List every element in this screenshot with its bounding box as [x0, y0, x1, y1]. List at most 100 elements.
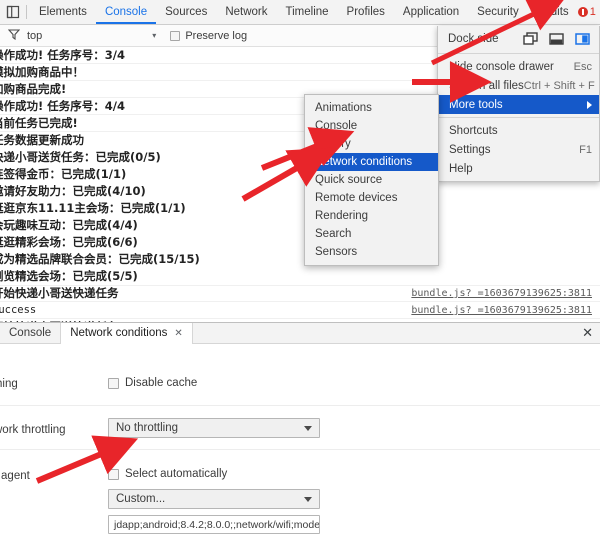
dock-side-options [523, 32, 593, 46]
console-message: 模拟加购商品中！ [0, 64, 84, 81]
menu-item-label: Search all files [449, 80, 524, 92]
console-message: 当前任务已完成! [0, 115, 78, 132]
menu-item-shortcut: Ctrl + Shift + F [524, 80, 595, 92]
menu-item-more-tools[interactable]: More tools [438, 95, 599, 114]
dock-side-row: Dock side [438, 28, 599, 50]
error-count: 1 [590, 6, 596, 18]
network-conditions-panel: hing Disable cache work throttling No th… [0, 344, 600, 524]
disable-cache-checkbox[interactable]: Disable cache [108, 377, 197, 389]
drawer-close-icon[interactable]: ✕ [582, 326, 593, 340]
drawer-tab-console[interactable]: Console [0, 323, 60, 343]
menu-divider [438, 117, 599, 118]
menu-item-label: More tools [449, 99, 503, 111]
preserve-log-checkbox[interactable]: Preserve log [170, 30, 247, 42]
console-message: 加购商品完成! [0, 81, 66, 98]
menu-item-shortcut: F1 [579, 144, 592, 156]
execution-context-selector[interactable]: top [27, 30, 42, 42]
console-message: 成为精选品牌联合会员：已完成(15/15) [0, 251, 200, 268]
drawer-tab-label: Network conditions [70, 327, 167, 339]
network-throttling-label: work throttling [0, 424, 66, 436]
select-automatically-checkbox[interactable]: Select automatically [108, 468, 227, 480]
console-row: 成为精选品牌联合会员：已完成(15/15) [0, 251, 600, 268]
network-throttling-select[interactable]: No throttling [108, 418, 320, 438]
disable-cache-label: Disable cache [125, 377, 197, 389]
tab-audits[interactable]: Audits [528, 0, 578, 24]
menu-item-help[interactable]: Help [438, 159, 599, 178]
console-message: 逛逛京东11.11主会场：已完成(1/1) [0, 200, 186, 217]
menu-item-label: Settings [449, 144, 491, 156]
tab-console[interactable]: Console [96, 0, 156, 24]
drawer-tab-close-icon[interactable]: ✕ [174, 328, 182, 339]
panel-tabs: Elements Console Sources Network Timelin… [30, 0, 578, 25]
console-message: 任务数据更新成功 [0, 132, 84, 149]
user-agent-preset-value: Custom... [116, 493, 165, 505]
section-divider [0, 405, 600, 406]
select-automatically-box[interactable] [108, 469, 119, 480]
console-row: 开始快递小哥送快递任务 bundle.js? =1603679139625:38… [0, 285, 600, 302]
console-row: success bundle.js? =1603679139625:3811 [0, 302, 600, 319]
section-divider [0, 449, 600, 450]
toolbar-divider [26, 5, 27, 19]
chevron-right-icon [587, 101, 592, 109]
submenu-item-search[interactable]: Search [305, 225, 438, 243]
submenu-item-network-conditions[interactable]: Network conditions [305, 153, 438, 171]
tab-security[interactable]: Security [468, 0, 528, 24]
devtools-drawer: Console Network conditions ✕ ✕ hing Disab… [0, 322, 600, 523]
tab-elements[interactable]: Elements [30, 0, 96, 24]
chevron-down-icon[interactable]: ▾ [152, 31, 156, 40]
chevron-down-icon [304, 497, 312, 502]
console-message: 操作成功! 任务序号：4/4 [0, 98, 125, 115]
user-agent-preset-select[interactable]: Custom... [108, 489, 320, 509]
submenu-item-console[interactable]: Console [305, 117, 438, 135]
menu-item-label: Shortcuts [449, 125, 498, 137]
console-message: 开始快递小哥送快递任务 [0, 285, 119, 302]
console-source-link[interactable]: bundle.js? =1603679139625:3811 [411, 285, 592, 302]
submenu-item-quick-source[interactable]: Quick source [305, 171, 438, 189]
tab-sources[interactable]: Sources [156, 0, 216, 24]
menu-divider [438, 53, 599, 54]
submenu-item-history[interactable]: History [305, 135, 438, 153]
dock-to-bottom-icon[interactable] [549, 32, 564, 46]
preserve-log-box[interactable] [170, 31, 180, 41]
error-icon [578, 7, 588, 17]
dock-to-right-icon[interactable] [575, 32, 590, 46]
select-automatically-label: Select automatically [125, 468, 227, 480]
inspect-element-icon[interactable] [0, 0, 26, 24]
error-count-badge[interactable]: 1 1 [578, 6, 600, 18]
network-throttling-value: No throttling [116, 422, 178, 434]
dock-side-label: Dock side [448, 33, 499, 45]
submenu-item-rendering[interactable]: Rendering [305, 207, 438, 225]
console-message: 快递小哥送货任务：已完成(0/5) [0, 149, 161, 166]
undock-into-separate-window-icon[interactable] [523, 32, 538, 46]
console-row: 邀请好友助力：已完成(4/10) [0, 183, 600, 200]
console-message: 操作成功! 任务序号：3/4 [0, 47, 125, 64]
submenu-item-sensors[interactable]: Sensors [305, 243, 438, 261]
user-agent-custom-input[interactable]: jdapp;android;8.4.2;8.0.0;;network/wifi;… [108, 515, 320, 534]
console-row: 浏览精选会场：已完成(5/5) [0, 268, 600, 285]
menu-item-hide-console-drawer[interactable]: Hide console drawer Esc [438, 57, 599, 76]
console-message: 连签得金币：已完成(1/1) [0, 166, 126, 183]
menu-item-shortcuts[interactable]: Shortcuts [438, 121, 599, 140]
menu-item-settings[interactable]: Settings F1 [438, 140, 599, 159]
console-source-link[interactable]: bundle.js? =1603679139625:3811 [411, 302, 592, 319]
tab-application[interactable]: Application [394, 0, 468, 24]
console-row: 逛逛京东11.11主会场：已完成(1/1) [0, 200, 600, 217]
user-agent-custom-value: jdapp;android;8.4.2;8.0.0;;network/wifi;… [114, 519, 320, 531]
chevron-down-icon [304, 426, 312, 431]
menu-item-shortcut: Esc [574, 61, 592, 73]
console-row: 逛逛精彩会场：已完成(6/6) [0, 234, 600, 251]
console-message: 逛逛精彩会场：已完成(6/6) [0, 234, 138, 251]
submenu-item-animations[interactable]: Animations [305, 99, 438, 117]
console-message: 浏览精选会场：已完成(5/5) [0, 268, 138, 285]
disable-cache-box[interactable] [108, 378, 119, 389]
more-tools-submenu: Animations Console History Network condi… [304, 94, 439, 266]
menu-item-search-all-files[interactable]: Search all files Ctrl + Shift + F [438, 76, 599, 95]
funnel-icon[interactable] [8, 28, 20, 43]
console-message: 会玩趣味互动：已完成(4/4) [0, 217, 138, 234]
tab-profiles[interactable]: Profiles [338, 0, 394, 24]
console-message: 邀请好友助力：已完成(4/10) [0, 183, 146, 200]
drawer-tab-network-conditions[interactable]: Network conditions ✕ [60, 323, 193, 344]
tab-timeline[interactable]: Timeline [277, 0, 338, 24]
tab-network[interactable]: Network [216, 0, 276, 24]
submenu-item-remote-devices[interactable]: Remote devices [305, 189, 438, 207]
